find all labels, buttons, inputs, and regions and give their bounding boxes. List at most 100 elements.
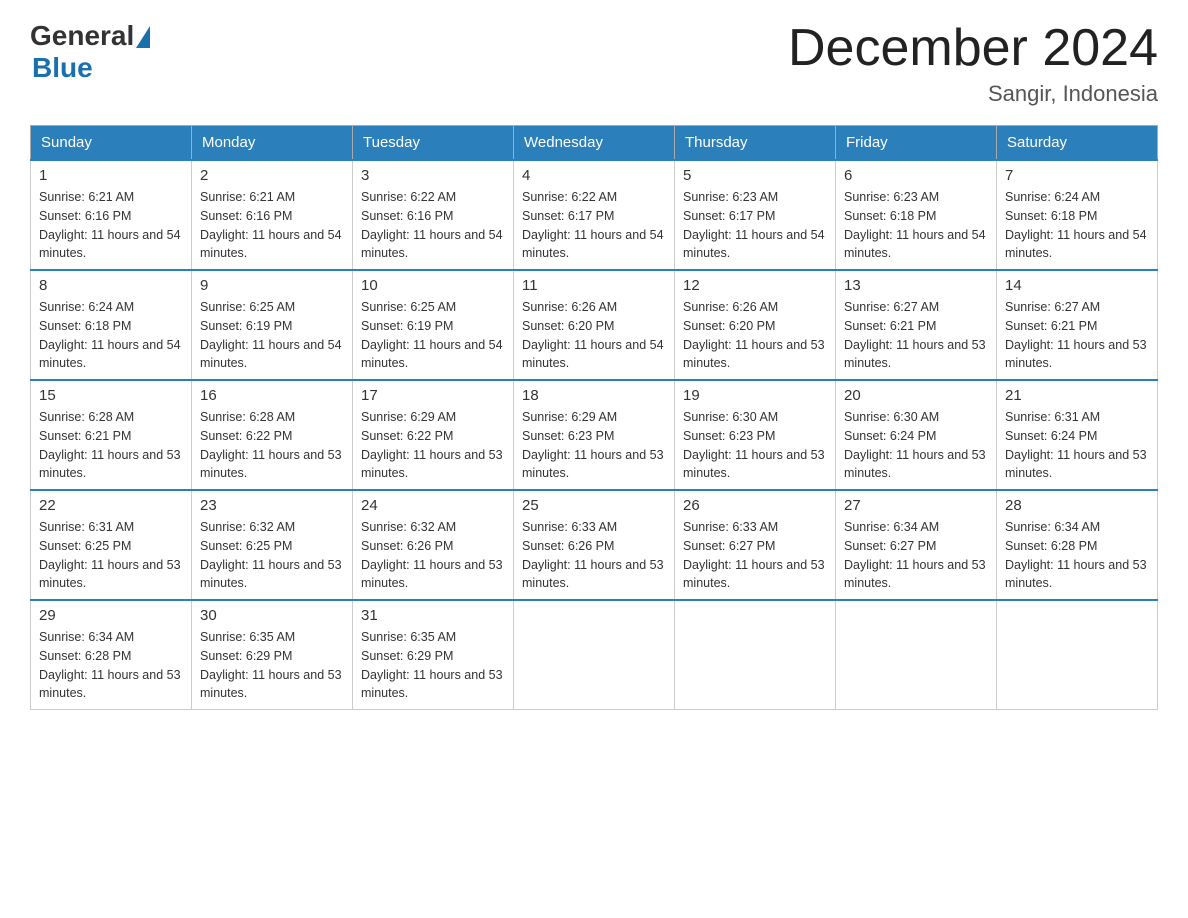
logo: General Blue [30,20,150,84]
day-info: Sunrise: 6:28 AMSunset: 6:22 PMDaylight:… [200,408,344,483]
table-row: 18Sunrise: 6:29 AMSunset: 6:23 PMDayligh… [514,380,675,490]
table-row: 25 Sunrise: 6:33 AMSunset: 6:26 PMDayligh… [514,490,675,600]
day-number: 9 [200,277,344,294]
day-info: Sunrise: 6:24 AMSunset: 6:18 PMDaylight:… [39,298,183,373]
day-info: Sunrise: 6:32 AMSunset: 6:25 PMDaylight:… [200,518,344,593]
col-header-friday: Friday [836,126,997,161]
day-number: 8 [39,277,183,294]
table-row: 6Sunrise: 6:23 AMSunset: 6:18 PMDaylight… [836,160,997,270]
table-row: 15 Sunrise: 6:28 AMSunset: 6:21 PMDayligh… [31,380,192,490]
col-header-monday: Monday [192,126,353,161]
calendar-week-row: 1 Sunrise: 6:21 AMSunset: 6:16 PMDaylight… [31,160,1158,270]
day-number: 2 [200,167,344,184]
table-row: 2 Sunrise: 6:21 AMSunset: 6:16 PMDaylight… [192,160,353,270]
table-row: 3 Sunrise: 6:22 AMSunset: 6:16 PMDaylight… [353,160,514,270]
day-number: 29 [39,607,183,624]
day-number: 27 [844,497,988,514]
calendar-week-row: 8 Sunrise: 6:24 AMSunset: 6:18 PMDaylight… [31,270,1158,380]
day-number: 3 [361,167,505,184]
day-number: 15 [39,387,183,404]
table-row: 19 Sunrise: 6:30 AMSunset: 6:23 PMDayligh… [675,380,836,490]
day-info: Sunrise: 6:21 AMSunset: 6:16 PMDaylight:… [39,188,183,263]
day-info: Sunrise: 6:30 AMSunset: 6:23 PMDaylight:… [683,408,827,483]
calendar-week-row: 15 Sunrise: 6:28 AMSunset: 6:21 PMDayligh… [31,380,1158,490]
day-info: Sunrise: 6:26 AMSunset: 6:20 PMDaylight:… [683,298,827,373]
table-row [997,600,1158,710]
day-number: 1 [39,167,183,184]
table-row [675,600,836,710]
col-header-sunday: Sunday [31,126,192,161]
col-header-wednesday: Wednesday [514,126,675,161]
day-info: Sunrise: 6:22 AMSunset: 6:17 PMDaylight:… [522,188,666,263]
calendar-week-row: 22 Sunrise: 6:31 AMSunset: 6:25 PMDayligh… [31,490,1158,600]
day-info: Sunrise: 6:30 AMSunset: 6:24 PMDaylight:… [844,408,988,483]
table-row: 16 Sunrise: 6:28 AMSunset: 6:22 PMDayligh… [192,380,353,490]
day-info: Sunrise: 6:33 AMSunset: 6:27 PMDaylight:… [683,518,827,593]
table-row: 11 Sunrise: 6:26 AMSunset: 6:20 PMDayligh… [514,270,675,380]
day-number: 12 [683,277,827,294]
table-row: 30Sunrise: 6:35 AMSunset: 6:29 PMDayligh… [192,600,353,710]
day-info: Sunrise: 6:25 AMSunset: 6:19 PMDaylight:… [200,298,344,373]
day-number: 24 [361,497,505,514]
table-row: 26 Sunrise: 6:33 AMSunset: 6:27 PMDayligh… [675,490,836,600]
col-header-thursday: Thursday [675,126,836,161]
day-number: 25 [522,497,666,514]
day-number: 4 [522,167,666,184]
col-header-saturday: Saturday [997,126,1158,161]
day-info: Sunrise: 6:27 AMSunset: 6:21 PMDaylight:… [844,298,988,373]
calendar-table: Sunday Monday Tuesday Wednesday Thursday… [30,125,1158,710]
logo-text: General [30,20,150,52]
location-title: Sangir, Indonesia [788,81,1158,107]
day-number: 30 [200,607,344,624]
day-number: 16 [200,387,344,404]
day-info: Sunrise: 6:34 AMSunset: 6:28 PMDaylight:… [39,628,183,703]
table-row: 21Sunrise: 6:31 AMSunset: 6:24 PMDayligh… [997,380,1158,490]
header: General Blue December 2024 Sangir, Indon… [30,20,1158,107]
day-number: 11 [522,277,666,294]
day-number: 23 [200,497,344,514]
day-info: Sunrise: 6:34 AMSunset: 6:28 PMDaylight:… [1005,518,1149,593]
day-number: 7 [1005,167,1149,184]
day-number: 20 [844,387,988,404]
table-row: 17Sunrise: 6:29 AMSunset: 6:22 PMDayligh… [353,380,514,490]
table-row: 12 Sunrise: 6:26 AMSunset: 6:20 PMDayligh… [675,270,836,380]
table-row: 14Sunrise: 6:27 AMSunset: 6:21 PMDayligh… [997,270,1158,380]
table-row: 22 Sunrise: 6:31 AMSunset: 6:25 PMDayligh… [31,490,192,600]
table-row: 20 Sunrise: 6:30 AMSunset: 6:24 PMDayligh… [836,380,997,490]
table-row [514,600,675,710]
day-info: Sunrise: 6:21 AMSunset: 6:16 PMDaylight:… [200,188,344,263]
table-row: 9 Sunrise: 6:25 AMSunset: 6:19 PMDaylight… [192,270,353,380]
calendar-header-row: Sunday Monday Tuesday Wednesday Thursday… [31,126,1158,161]
day-info: Sunrise: 6:27 AMSunset: 6:21 PMDaylight:… [1005,298,1149,373]
table-row: 7Sunrise: 6:24 AMSunset: 6:18 PMDaylight… [997,160,1158,270]
day-number: 28 [1005,497,1149,514]
day-info: Sunrise: 6:31 AMSunset: 6:25 PMDaylight:… [39,518,183,593]
day-number: 18 [522,387,666,404]
day-number: 26 [683,497,827,514]
day-number: 13 [844,277,988,294]
day-info: Sunrise: 6:23 AMSunset: 6:17 PMDaylight:… [683,188,827,263]
table-row: 8 Sunrise: 6:24 AMSunset: 6:18 PMDaylight… [31,270,192,380]
day-info: Sunrise: 6:32 AMSunset: 6:26 PMDaylight:… [361,518,505,593]
day-info: Sunrise: 6:33 AMSunset: 6:26 PMDaylight:… [522,518,666,593]
day-info: Sunrise: 6:28 AMSunset: 6:21 PMDaylight:… [39,408,183,483]
day-number: 17 [361,387,505,404]
day-info: Sunrise: 6:25 AMSunset: 6:19 PMDaylight:… [361,298,505,373]
day-info: Sunrise: 6:26 AMSunset: 6:20 PMDaylight:… [522,298,666,373]
table-row: 1 Sunrise: 6:21 AMSunset: 6:16 PMDaylight… [31,160,192,270]
table-row: 5Sunrise: 6:23 AMSunset: 6:17 PMDaylight… [675,160,836,270]
table-row: 24 Sunrise: 6:32 AMSunset: 6:26 PMDayligh… [353,490,514,600]
day-number: 31 [361,607,505,624]
day-number: 21 [1005,387,1149,404]
day-info: Sunrise: 6:22 AMSunset: 6:16 PMDaylight:… [361,188,505,263]
table-row: 28 Sunrise: 6:34 AMSunset: 6:28 PMDayligh… [997,490,1158,600]
calendar-week-row: 29 Sunrise: 6:34 AMSunset: 6:28 PMDayligh… [31,600,1158,710]
day-number: 10 [361,277,505,294]
table-row: 31Sunrise: 6:35 AMSunset: 6:29 PMDayligh… [353,600,514,710]
table-row: 29 Sunrise: 6:34 AMSunset: 6:28 PMDayligh… [31,600,192,710]
day-number: 22 [39,497,183,514]
day-number: 19 [683,387,827,404]
day-info: Sunrise: 6:23 AMSunset: 6:18 PMDaylight:… [844,188,988,263]
day-info: Sunrise: 6:34 AMSunset: 6:27 PMDaylight:… [844,518,988,593]
table-row: 13 Sunrise: 6:27 AMSunset: 6:21 PMDayligh… [836,270,997,380]
